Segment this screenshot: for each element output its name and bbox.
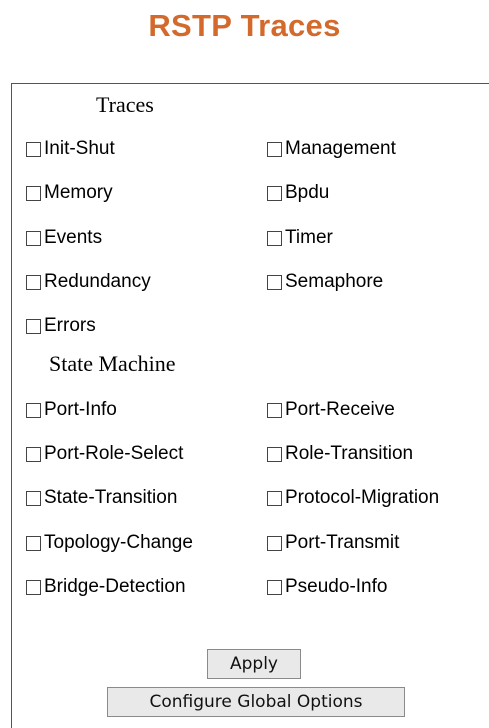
checkbox-box[interactable] xyxy=(267,490,282,506)
checkbox-box[interactable] xyxy=(26,490,41,506)
checkbox-pseudo-info[interactable]: Pseudo-Info xyxy=(267,576,387,598)
checkbox-box[interactable] xyxy=(26,579,41,595)
checkbox-timer[interactable]: Timer xyxy=(267,227,333,249)
checkbox-box[interactable] xyxy=(26,141,41,157)
checkbox-box[interactable] xyxy=(267,274,282,290)
checkbox-label: Protocol-Migration xyxy=(285,487,440,508)
checkbox-label: Bpdu xyxy=(285,182,330,203)
configure-global-options-button[interactable]: Configure Global Options xyxy=(107,687,405,717)
apply-button[interactable]: Apply xyxy=(207,649,301,679)
checkbox-box[interactable] xyxy=(26,230,41,246)
checkbox-bpdu[interactable]: Bpdu xyxy=(267,182,329,204)
checkbox-errors[interactable]: Errors xyxy=(26,315,96,337)
traces-heading: Traces xyxy=(96,92,154,117)
checkbox-port-transmit[interactable]: Port-Transmit xyxy=(267,532,399,554)
checkbox-label: Port-Info xyxy=(44,399,117,420)
checkbox-label: Topology-Change xyxy=(44,532,193,553)
checkbox-redundancy[interactable]: Redundancy xyxy=(26,271,151,293)
checkbox-box[interactable] xyxy=(26,185,41,201)
checkbox-init-shut[interactable]: Init-Shut xyxy=(26,138,115,160)
checkbox-role-transition[interactable]: Role-Transition xyxy=(267,443,413,465)
checkbox-port-info[interactable]: Port-Info xyxy=(26,399,117,421)
checkbox-label: State-Transition xyxy=(44,487,178,508)
checkbox-label: Errors xyxy=(44,315,96,336)
checkbox-label: Port-Transmit xyxy=(285,532,400,553)
checkbox-protocol-migration[interactable]: Protocol-Migration xyxy=(267,487,439,509)
checkbox-label: Memory xyxy=(44,182,113,203)
checkbox-box[interactable] xyxy=(26,274,41,290)
checkbox-label: Management xyxy=(285,138,396,159)
checkbox-label: Timer xyxy=(285,227,333,248)
checkbox-port-role-select[interactable]: Port-Role-Select xyxy=(26,443,183,465)
checkbox-state-transition[interactable]: State-Transition xyxy=(26,487,177,509)
checkbox-label: Port-Role-Select xyxy=(44,443,184,464)
checkbox-semaphore[interactable]: Semaphore xyxy=(267,271,383,293)
checkbox-box[interactable] xyxy=(26,402,41,418)
checkbox-memory[interactable]: Memory xyxy=(26,182,113,204)
traces-panel: Traces Init-Shut Memory Events Redundanc… xyxy=(11,83,489,728)
checkbox-box[interactable] xyxy=(267,141,282,157)
checkbox-box[interactable] xyxy=(26,446,41,462)
checkbox-bridge-detection[interactable]: Bridge-Detection xyxy=(26,576,186,598)
page-title: RSTP Traces xyxy=(148,8,341,43)
checkbox-label: Bridge-Detection xyxy=(44,576,186,597)
checkbox-box[interactable] xyxy=(267,402,282,418)
checkbox-label: Redundancy xyxy=(44,271,151,292)
checkbox-box[interactable] xyxy=(267,579,282,595)
checkbox-box[interactable] xyxy=(26,535,41,551)
checkbox-label: Role-Transition xyxy=(285,443,414,464)
checkbox-box[interactable] xyxy=(267,446,282,462)
checkbox-box[interactable] xyxy=(26,318,41,334)
checkbox-label: Init-Shut xyxy=(44,138,115,159)
checkbox-events[interactable]: Events xyxy=(26,227,102,249)
checkbox-label: Port-Receive xyxy=(285,399,395,420)
checkbox-port-receive[interactable]: Port-Receive xyxy=(267,399,395,421)
state-machine-heading: State Machine xyxy=(49,351,176,376)
checkbox-label: Events xyxy=(44,227,103,248)
checkbox-management[interactable]: Management xyxy=(267,138,396,160)
checkbox-box[interactable] xyxy=(267,185,282,201)
checkbox-box[interactable] xyxy=(267,230,282,246)
checkbox-topology-change[interactable]: Topology-Change xyxy=(26,532,193,554)
checkbox-label: Semaphore xyxy=(285,271,384,292)
checkbox-label: Pseudo-Info xyxy=(285,576,388,597)
checkbox-box[interactable] xyxy=(267,535,282,551)
